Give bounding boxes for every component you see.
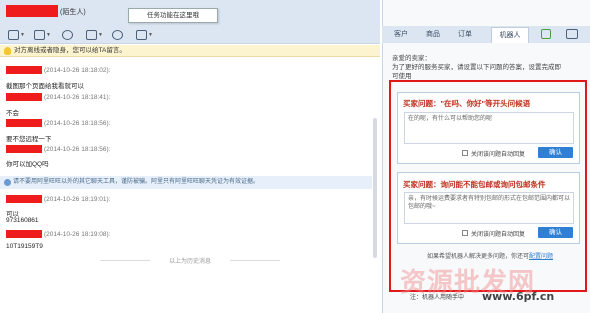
sender-name-redacted bbox=[6, 66, 42, 74]
video-button[interactable]: ▼ bbox=[34, 28, 51, 42]
bulb-icon bbox=[4, 47, 11, 55]
sender-name-redacted bbox=[6, 145, 42, 153]
tab-product[interactable]: 商品 bbox=[426, 29, 440, 39]
app-icon[interactable] bbox=[541, 29, 551, 39]
checkbox-label: 关闭该问题自动回复 bbox=[471, 232, 526, 238]
chat-toolbar bbox=[0, 26, 380, 44]
message-time: (2014-10-26 18:19:01): bbox=[44, 196, 111, 203]
tab-robot[interactable]: 机器人 bbox=[491, 27, 529, 43]
contact-name-redacted bbox=[6, 5, 58, 17]
message-time: (2014-10-26 18:18:02): bbox=[44, 67, 111, 74]
greeting-line: 亲爱的卖家： bbox=[392, 55, 431, 62]
message-time: (2014-10-26 18:18:56): bbox=[44, 146, 111, 153]
task-tooltip: 任务功能在这里哦 bbox=[128, 8, 218, 23]
user-button[interactable] bbox=[112, 28, 123, 42]
video-icon bbox=[34, 30, 45, 40]
tab-customer[interactable]: 客户 bbox=[394, 29, 408, 39]
user-icon bbox=[112, 30, 123, 40]
card-title: 买家问题："在吗、你好"等开头问候语 bbox=[403, 99, 531, 108]
message-text: 截图那个页面给我看就可以 bbox=[6, 83, 84, 90]
answer-input[interactable]: 亲，有时候运费要求者有特别包邮的形式在包邮范围内都可以包邮的哦~ bbox=[404, 192, 574, 224]
confirm-button[interactable]: 确认 bbox=[538, 147, 573, 158]
message-text: 10T19159T9 bbox=[6, 243, 43, 250]
config-hint: 如果希望机器人解决更多问题，你还可配置问题 bbox=[400, 251, 580, 260]
message-text: 不会 bbox=[6, 110, 19, 117]
add-contact-button[interactable] bbox=[62, 28, 73, 42]
message-text: 要不您远程一下 bbox=[6, 136, 52, 143]
chevron-down-icon: ▼ bbox=[46, 32, 51, 38]
security-warning: 请不要用阿里旺旺以外的其它聊天工具，谨防被骗。阿里只有阿里旺旺聊天凭证为有效证据… bbox=[0, 176, 372, 189]
task-button[interactable]: ▼ bbox=[136, 28, 153, 42]
sender-name-redacted bbox=[6, 230, 42, 238]
checkbox-label: 关闭该问题自动回复 bbox=[471, 152, 526, 158]
more-icon[interactable] bbox=[566, 29, 578, 39]
confirm-button[interactable]: 确认 bbox=[538, 227, 573, 238]
message-time: (2014-10-26 18:18:56): bbox=[44, 120, 111, 127]
add-user-icon bbox=[62, 30, 73, 40]
watermark-url: www.6pf.cn bbox=[482, 290, 555, 303]
history-divider: 以上为历史消息 bbox=[100, 256, 280, 265]
chevron-down-icon: ▼ bbox=[20, 32, 25, 38]
title-stranger-label: (陌生人) bbox=[60, 9, 86, 16]
chevron-down-icon: ▼ bbox=[148, 32, 153, 38]
file-button[interactable]: ▼ bbox=[8, 28, 25, 42]
sender-name-redacted bbox=[6, 195, 42, 203]
file-icon bbox=[8, 30, 19, 40]
message-text: 973160861 bbox=[6, 217, 39, 224]
bottom-note: 注：机器人用随手中 bbox=[410, 295, 465, 301]
sender-name-redacted bbox=[6, 93, 42, 101]
message-text: 你可以加QQ吗 bbox=[6, 161, 49, 168]
chat-scrollbar[interactable] bbox=[373, 118, 377, 258]
robot-greeting: 亲爱的卖家： 为了更好的服务买家，请设置以下问题的答案，设置完成即 可使用 bbox=[392, 54, 561, 81]
config-hint-text: 如果希望机器人解决更多问题，你还可 bbox=[426, 254, 529, 260]
right-tab-bar bbox=[382, 26, 590, 43]
notice-text: 对方离线或者隐身，您可以给TA留言。 bbox=[14, 47, 126, 54]
card-title: 买家问题：询问能不能包邮或询问包邮条件 bbox=[403, 180, 546, 189]
message-button[interactable]: ▼ bbox=[86, 28, 103, 42]
chevron-down-icon: ▼ bbox=[98, 32, 103, 38]
warning-text: 请不要用阿里旺旺以外的其它聊天工具，谨防被骗。阿里只有阿里旺旺聊天凭证为有效证据… bbox=[13, 179, 260, 185]
message-icon bbox=[86, 30, 97, 40]
disable-reply-checkbox[interactable] bbox=[462, 230, 468, 236]
answer-input[interactable]: 在的呢，有什么可以帮助您的呢 bbox=[404, 112, 574, 144]
message-time: (2014-10-26 18:19:08): bbox=[44, 231, 111, 238]
offline-notice: 对方离线或者隐身，您可以给TA留言。 bbox=[0, 45, 380, 57]
sender-name-redacted bbox=[6, 119, 42, 127]
task-icon bbox=[136, 30, 147, 40]
info-icon bbox=[4, 179, 11, 186]
disable-reply-checkbox[interactable] bbox=[462, 150, 468, 156]
greeting-line: 为了更好的服务买家，请设置以下问题的答案，设置完成即 bbox=[392, 64, 561, 71]
tab-order[interactable]: 订单 bbox=[458, 29, 472, 39]
config-link[interactable]: 配置问题 bbox=[529, 254, 553, 260]
message-time: (2014-10-26 18:18:41): bbox=[44, 94, 111, 101]
